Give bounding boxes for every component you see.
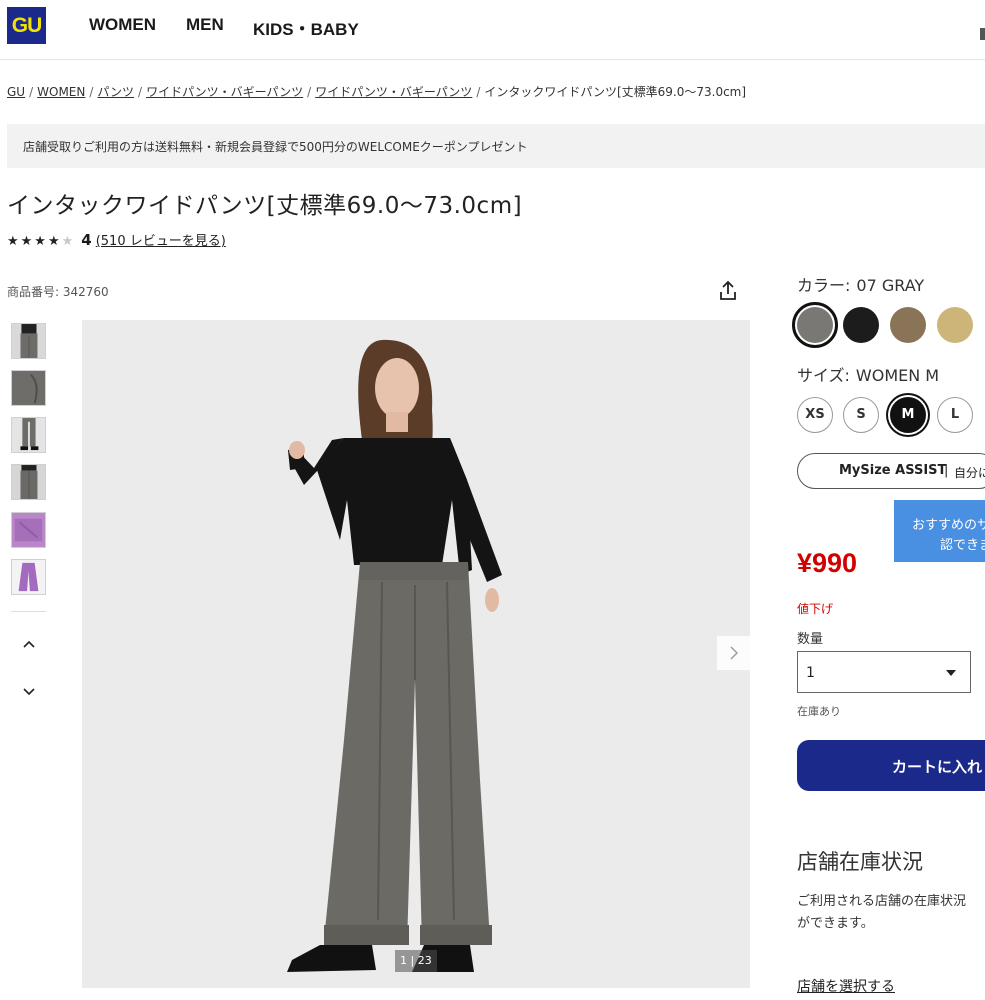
color-label: カラー: 07 GRAY [797, 276, 925, 295]
color-swatch-beige[interactable] [937, 307, 973, 343]
mysize-text: 自分に [954, 466, 985, 480]
chevron-down-icon [946, 670, 956, 676]
promo-banner-text: 店舗受取りご利用の方は送料無料・新規会員登録で500円分のWELCOMEクーポン… [23, 140, 528, 154]
color-swatch-gray[interactable] [792, 302, 838, 348]
size-selected: WOMEN M [855, 366, 940, 385]
rating: ★★★★★ 4 (510 レビューを見る) [7, 230, 226, 249]
nav-women[interactable]: WOMEN [89, 15, 156, 35]
site-header: GU WOMEN MEN KIDS・BABY [0, 0, 985, 60]
gu-logo[interactable]: GU [7, 7, 46, 44]
store-stock-heading: 店舗在庫状況 [797, 850, 923, 874]
breadcrumb-pants[interactable]: パンツ [97, 85, 134, 99]
recommend-line-1: おすすめのサ [912, 518, 985, 533]
size-option-l[interactable]: L [937, 397, 973, 433]
store-stock-text-2: ができます。 [797, 916, 874, 931]
breadcrumb-gu[interactable]: GU [7, 85, 25, 99]
recommend-line-2: 認できま [940, 538, 985, 553]
share-icon[interactable] [716, 279, 740, 303]
thumbnail-2[interactable] [11, 370, 46, 406]
recommend-size-popup[interactable]: おすすめのサ 認できま [894, 500, 985, 562]
image-counter: 1 | 23 [395, 950, 437, 972]
size-option-s[interactable]: S [843, 397, 879, 433]
header-edge-icon[interactable] [980, 28, 985, 40]
select-store-link[interactable]: 店舗を選択する [797, 976, 895, 996]
store-stock-text-1: ご利用される店舗の在庫状況 [797, 894, 967, 909]
breadcrumb-current: インタックワイドパンツ[丈標準69.0〜73.0cm] [484, 85, 747, 99]
nav-men[interactable]: MEN [186, 15, 224, 35]
breadcrumb: GU / WOMEN / パンツ / ワイドパンツ・バギーパンツ / ワイドパンツ・バギーパンツ… [7, 85, 747, 99]
color-swatch-brown[interactable] [890, 307, 926, 343]
promo-banner: 店舗受取りご利用の方は送料無料・新規会員登録で500円分のWELCOMEクーポン… [7, 124, 985, 168]
rating-value: 4 [81, 231, 92, 249]
quantity-label: 数量 [797, 632, 824, 647]
discount-label: 値下げ [797, 602, 834, 616]
quantity-value: 1 [806, 665, 815, 681]
mysize-brand: MySize ASSIST [839, 463, 947, 478]
thumbnail-6[interactable] [11, 559, 46, 595]
thumbnail-5[interactable] [11, 512, 46, 548]
thumbnail-down-icon[interactable] [18, 680, 40, 702]
mysize-assist-button[interactable]: MySize ASSIST | 自分に [797, 453, 985, 489]
color-swatch-black[interactable] [843, 307, 879, 343]
thumbnail-up-icon[interactable] [18, 634, 40, 656]
add-to-cart-button[interactable]: カートに入れ [797, 740, 985, 791]
page-title: インタックワイドパンツ[丈標準69.0〜73.0cm] [7, 193, 523, 219]
thumbnail-3[interactable] [11, 417, 46, 453]
product-number: 商品番号: 342760 [7, 285, 109, 299]
size-option-xs[interactable]: XS [797, 397, 833, 433]
thumbnail-divider [11, 611, 46, 612]
price: ¥990 [797, 548, 858, 578]
image-next-button[interactable] [717, 636, 750, 670]
mysize-divider: | [944, 463, 949, 478]
quantity-select[interactable]: 1 [797, 651, 971, 693]
size-label: サイズ: WOMEN M [797, 366, 940, 385]
review-link[interactable]: (510 レビューを見る) [96, 234, 226, 249]
thumbnail-4[interactable] [11, 464, 46, 500]
breadcrumb-wide-pants-2[interactable]: ワイドパンツ・バギーパンツ [315, 85, 472, 99]
rating-stars-icon: ★★★★★ [7, 234, 76, 249]
breadcrumb-women[interactable]: WOMEN [37, 85, 85, 99]
stock-status: 在庫あり [797, 705, 841, 718]
color-selected: 07 GRAY [856, 276, 925, 295]
nav-kids-baby[interactable]: KIDS・BABY [253, 15, 359, 40]
size-option-m[interactable]: M [890, 397, 926, 433]
breadcrumb-wide-pants[interactable]: ワイドパンツ・バギーパンツ [146, 85, 303, 99]
add-to-cart-label: カートに入れ [892, 758, 983, 776]
main-product-image[interactable] [82, 320, 750, 988]
thumbnail-1[interactable] [11, 323, 46, 359]
